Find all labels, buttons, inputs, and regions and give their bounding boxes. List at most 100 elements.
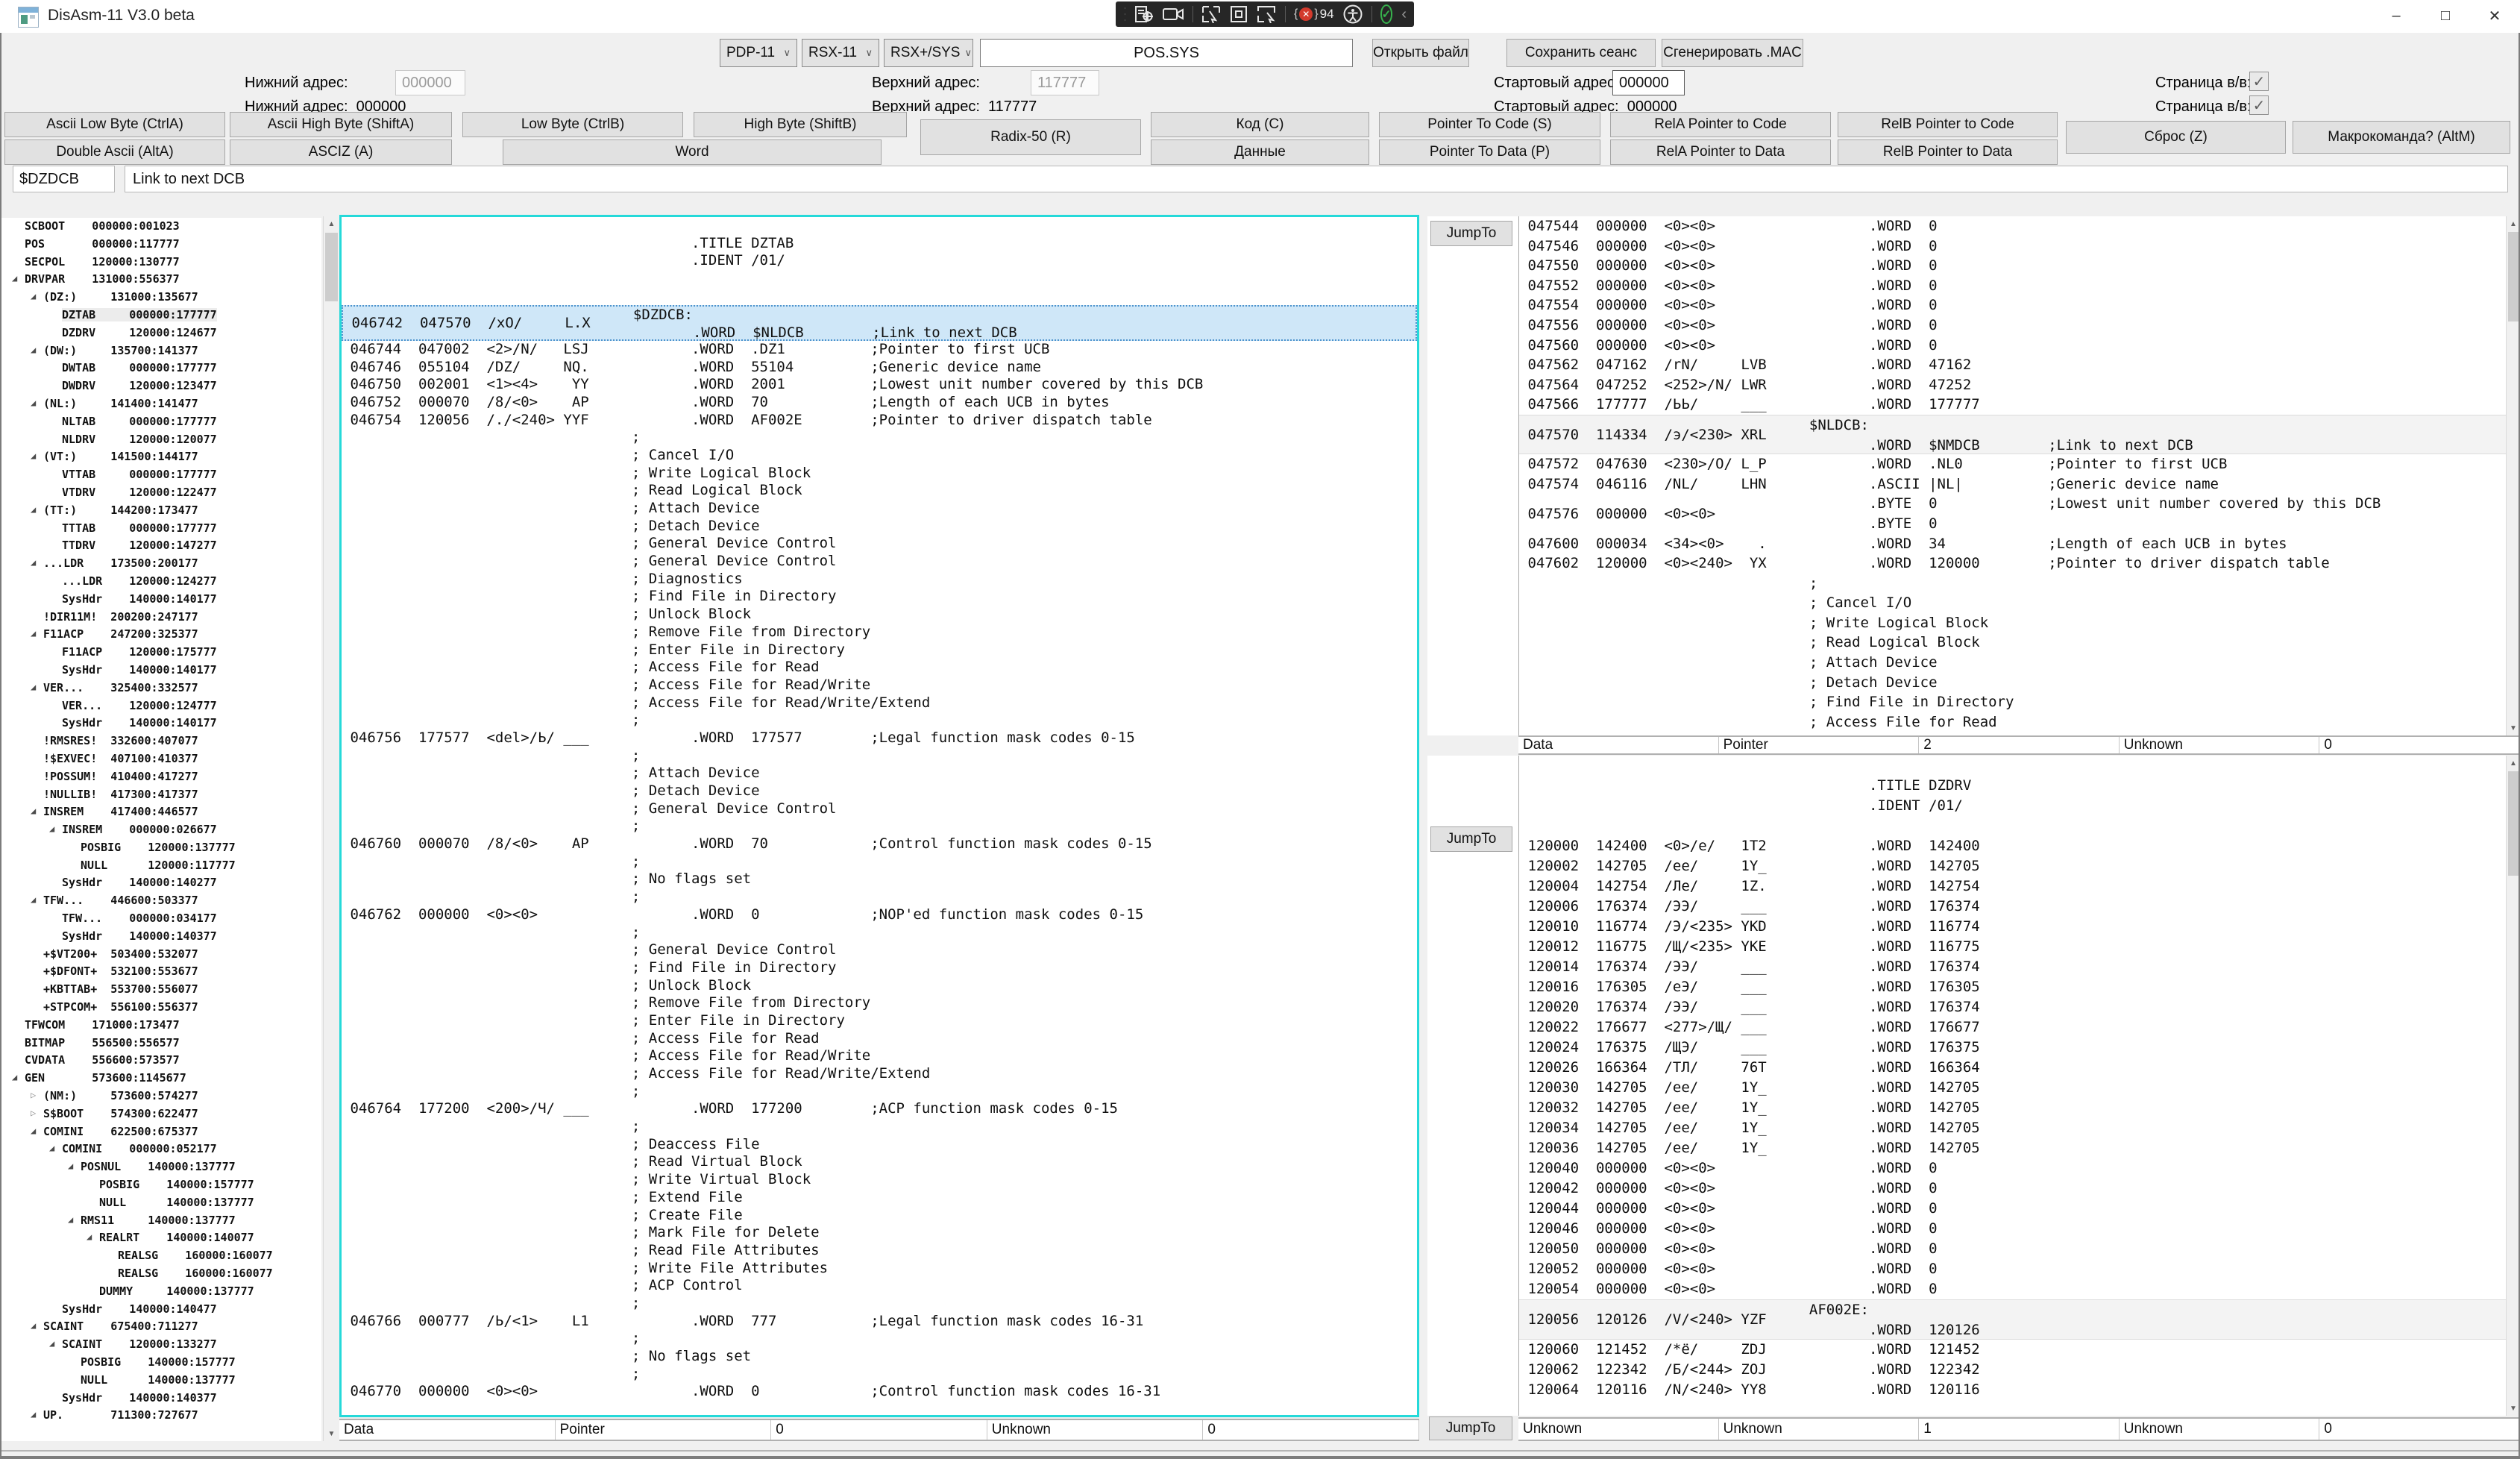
tree-item-comini[interactable]: ◢COMINI 000000:052177 bbox=[1, 1140, 321, 1158]
tree-item-posbig[interactable]: POSBIG 140000:157777 bbox=[1, 1176, 321, 1194]
tree-expanded-icon[interactable]: ◢ bbox=[31, 1409, 36, 1419]
tree-expanded-icon[interactable]: ◢ bbox=[31, 557, 36, 568]
tree-item-dwdrv[interactable]: DWDRV 120000:123477 bbox=[1, 377, 321, 395]
cpu-combobox[interactable]: PDP-11∨ bbox=[720, 39, 797, 67]
right-top-scrollbar-thumb[interactable] bbox=[2508, 232, 2519, 321]
code-button[interactable]: Код (C) bbox=[1151, 112, 1369, 137]
tree-expanded-icon[interactable]: ◢ bbox=[31, 451, 36, 461]
tree-item-label[interactable]: DWDRV 120000:123477 bbox=[62, 379, 217, 392]
tree-item-label[interactable]: POSBIG 140000:157777 bbox=[81, 1355, 236, 1369]
tree-item-label[interactable]: REALSG 160000:160077 bbox=[118, 1249, 273, 1262]
tree-expanded-icon[interactable]: ◢ bbox=[31, 1126, 36, 1136]
relB-pointer-to-data-button[interactable]: RelB Pointer to Data bbox=[1838, 139, 2058, 165]
tree-item-kbttab[interactable]: +KBTTAB+ 553700:556077 bbox=[1, 981, 321, 999]
tree-expanded-icon[interactable]: ◢ bbox=[31, 806, 36, 816]
tree-item-cvdata[interactable]: CVDATA 556600:573577 bbox=[1, 1052, 321, 1070]
tree-item-label[interactable]: VER... 120000:124777 bbox=[62, 699, 217, 712]
tree-item-vtdrv[interactable]: VTDRV 120000:122477 bbox=[1, 484, 321, 502]
tree-item-label[interactable]: BITMAP 556500:556577 bbox=[25, 1036, 180, 1049]
tree-expanded-icon[interactable]: ◢ bbox=[68, 1161, 73, 1171]
tree-expanded-icon[interactable]: ◢ bbox=[31, 504, 36, 515]
tree-item-realrt[interactable]: ◢REALRT 140000:140077 bbox=[1, 1229, 321, 1247]
tree-item-label[interactable]: !DIR11M! 200200:247177 bbox=[43, 610, 198, 624]
tree-expanded-icon[interactable]: ◢ bbox=[49, 823, 54, 834]
ascii-high-byte-button[interactable]: Ascii High Byte (ShiftA) bbox=[230, 112, 452, 137]
pointer-to-code-button[interactable]: Pointer To Code (S) bbox=[1379, 112, 1600, 137]
tree-item-label[interactable]: +$DFONT+ 532100:553677 bbox=[43, 964, 198, 978]
tree-item-scaint[interactable]: ◢SCAINT 675400:711277 bbox=[1, 1318, 321, 1336]
tree-item-ldr[interactable]: ...LDR 120000:124277 bbox=[1, 573, 321, 591]
tree-item-syshdr[interactable]: SysHdr 140000:140377 bbox=[1, 1390, 321, 1408]
tree-item-label[interactable]: F11ACP 120000:175777 bbox=[62, 645, 217, 659]
tree-item-vttab[interactable]: VTTAB 000000:177777 bbox=[1, 466, 321, 484]
tree-item-posbig[interactable]: POSBIG 120000:137777 bbox=[1, 839, 321, 857]
tree-item-label[interactable]: +STPCOM+ 556100:556377 bbox=[43, 1000, 198, 1014]
tree-item-dwtab[interactable]: DWTAB 000000:177777 bbox=[1, 360, 321, 377]
code-line[interactable]: 120044 000000 <0><0> .WORD 0 bbox=[1519, 1199, 2506, 1219]
tree-item-label[interactable]: SCAINT 120000:133277 bbox=[62, 1337, 217, 1351]
tree-item-syshdr[interactable]: SysHdr 140000:140177 bbox=[1, 591, 321, 609]
code-line[interactable]: 047600 000034 <34><0> . .WORD 34 ;Length… bbox=[1519, 534, 2506, 554]
tree-expanded-icon[interactable]: ◢ bbox=[49, 1338, 54, 1349]
tree-item-rmsres[interactable]: !RMSRES! 332600:407077 bbox=[1, 732, 321, 750]
code-line[interactable]: 120062 122342 /Б/<244> ZOJ .WORD 122342 bbox=[1519, 1360, 2506, 1380]
labeled-block[interactable]: $NLDCB: .WORD $NMDCB ;Link to next DCB 0… bbox=[1519, 415, 2506, 454]
generate-mac-button[interactable]: Сгенерировать .MAC bbox=[1662, 39, 1803, 67]
tree-item-label[interactable]: POS 000000:117777 bbox=[25, 237, 180, 251]
labeled-block[interactable]: AF002E: .WORD 120126 120056 120126 /V/<2… bbox=[1519, 1299, 2506, 1340]
io-page-checkbox-2[interactable]: ✓ bbox=[2249, 95, 2269, 115]
code-line[interactable]: 120006 176374 /ЭЭ/ ___ .WORD 176374 bbox=[1519, 897, 2506, 917]
relA-pointer-to-data-button[interactable]: RelA Pointer to Data bbox=[1610, 139, 1831, 165]
jumpto-button-top[interactable]: JumpTo bbox=[1430, 221, 1512, 246]
tree-item-nullib[interactable]: !NULLIB! 417300:417377 bbox=[1, 786, 321, 804]
tree-item-dir11m[interactable]: !DIR11M! 200200:247177 bbox=[1, 609, 321, 627]
code-line[interactable]: 120026 166364 /ТЛ/ 76T .WORD 166364 bbox=[1519, 1058, 2506, 1078]
code-line[interactable]: 120040 000000 <0><0> .WORD 0 bbox=[1519, 1158, 2506, 1179]
code-line[interactable]: 120046 000000 <0><0> .WORD 0 bbox=[1519, 1219, 2506, 1239]
code-line[interactable]: 120024 176375 /ЩЭ/ ___ .WORD 176375 bbox=[1519, 1038, 2506, 1058]
tree-item-dw[interactable]: ◢(DW:) 135700:141377 bbox=[1, 342, 321, 360]
tree-item-comini[interactable]: ◢COMINI 622500:675377 bbox=[1, 1123, 321, 1141]
code-line[interactable]: 047550 000000 <0><0> .WORD 0 bbox=[1519, 256, 2506, 276]
tree-item-label[interactable]: SECPOL 120000:130777 bbox=[25, 255, 180, 269]
asciz-button[interactable]: ASCIZ (A) bbox=[230, 139, 452, 165]
code-line[interactable]: 120042 000000 <0><0> .WORD 0 bbox=[1519, 1179, 2506, 1199]
code-line[interactable]: 046752 000070 /8/<0> AP .WORD 70 ;Length… bbox=[342, 394, 1417, 412]
tree-item-ver[interactable]: VER... 120000:124777 bbox=[1, 697, 321, 715]
tree-item-label[interactable]: UP. 711300:727677 bbox=[43, 1408, 198, 1422]
tree-item-label[interactable]: INSREM 417400:446577 bbox=[43, 805, 198, 818]
main-disassembly-panel[interactable]: .TITLE DZTAB .IDENT /01/ $DZDCB: .WORD $… bbox=[339, 215, 1419, 1417]
tree-item-label[interactable]: TTTAB 000000:177777 bbox=[62, 521, 217, 535]
tree-item-scaint[interactable]: ◢ SCAINT 120000:133277 bbox=[1, 1336, 321, 1354]
tree-item-label[interactable]: SysHdr 140000:140177 bbox=[62, 592, 217, 606]
tree-item-label[interactable]: +$VT200+ 503400:532077 bbox=[43, 947, 198, 961]
right-top-panel[interactable]: 047544 000000 <0><0> .WORD 0 047546 0000… bbox=[1427, 216, 2520, 735]
tree-expanded-icon[interactable]: ◢ bbox=[31, 1320, 36, 1331]
tree-item-label[interactable]: DZDRV 120000:124677 bbox=[62, 326, 217, 339]
tree-item-dz[interactable]: ◢(DZ:) 131000:135677 bbox=[1, 289, 321, 307]
tree-item-label[interactable]: GEN 573600:1145677 bbox=[25, 1071, 186, 1085]
tree-item-label[interactable]: (NM:) 573600:574277 bbox=[43, 1089, 198, 1102]
code-line[interactable]: 120004 142754 /Ле/ 1Z. .WORD 142754 bbox=[1519, 876, 2506, 897]
tree-item-label[interactable]: TFWCOM 171000:173477 bbox=[25, 1018, 180, 1032]
word-button[interactable]: Word bbox=[503, 139, 882, 165]
tree-item-tfw[interactable]: ◢TFW... 446600:503377 bbox=[1, 892, 321, 910]
tree-item-label[interactable]: !POSSUM! 410400:417277 bbox=[43, 770, 198, 783]
collapse-chevron-icon[interactable]: ‹ bbox=[1401, 6, 1407, 23]
tree-collapsed-icon[interactable]: ▷ bbox=[31, 1090, 36, 1100]
reset-button[interactable]: Сброс (Z) bbox=[2066, 121, 2286, 154]
labeled-block[interactable]: $DZDCB: .WORD $NLDCB ;Link to next DCB 0… bbox=[342, 305, 1417, 340]
close-button[interactable]: ✕ bbox=[2471, 0, 2519, 31]
tree-expanded-icon[interactable]: ◢ bbox=[87, 1231, 92, 1242]
right-bottom-panel[interactable]: .TITLE DZDRV .IDENT /01/ 120000 142400 <… bbox=[1427, 756, 2520, 1416]
tree-item-label[interactable]: VTDRV 120000:122477 bbox=[62, 486, 217, 499]
tree-item-label[interactable]: (DW:) 135700:141377 bbox=[43, 344, 198, 357]
relA-pointer-to-code-button[interactable]: RelA Pointer to Code bbox=[1610, 112, 1831, 137]
tree-item-label[interactable]: SysHdr 140000:140177 bbox=[62, 663, 217, 677]
tree-item-drvpar[interactable]: ◢DRVPAR 131000:556377 bbox=[1, 271, 321, 289]
tree-item-bitmap[interactable]: BITMAP 556500:556577 bbox=[1, 1035, 321, 1052]
tree-item-ver[interactable]: ◢VER... 325400:332577 bbox=[1, 680, 321, 697]
tree-item-label[interactable]: SysHdr 140000:140377 bbox=[62, 1391, 217, 1405]
ascii-low-byte-button[interactable]: Ascii Low Byte (CtrlA) bbox=[4, 112, 225, 137]
code-line[interactable]: 047572 047630 <230>/O/ L_P .WORD .NL0 ;P… bbox=[1519, 454, 2506, 474]
